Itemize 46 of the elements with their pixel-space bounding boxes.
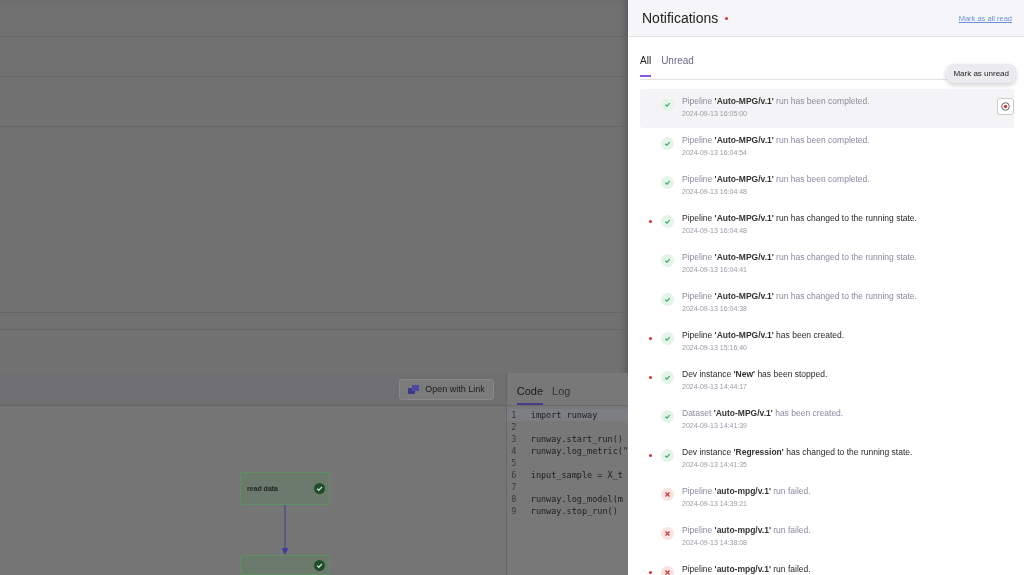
notification-text: Pipeline 'Auto-MPG/v.1' run has been completed.: [682, 174, 870, 184]
error-icon: [661, 488, 674, 501]
notification-text: Pipeline 'Auto-MPG/v.1' run has changed to the running state.: [682, 213, 917, 223]
line-number: 6: [510, 470, 518, 480]
code-text: runway.stop_run(): [530, 506, 618, 516]
notification-text: Pipeline 'auto-mpg/v.1' run failed.: [682, 486, 811, 496]
notification-text: Dataset 'Auto-MPG/v.1' has been created.: [682, 408, 844, 418]
code-text: runway.start_run(): [530, 434, 623, 444]
notification-text: Pipeline 'auto-mpg/v.1' run failed.: [682, 525, 811, 535]
notification-text: Pipeline 'Auto-MPG/v.1' run has been completed.: [682, 135, 870, 145]
check-icon: [661, 215, 674, 228]
notification-text: Dev instance 'New' has been stopped.: [682, 369, 828, 379]
check-icon: [661, 449, 674, 462]
notification-text: Pipeline 'Auto-MPG/v.1' run has changed to the running state.: [682, 291, 917, 301]
check-icon: [661, 137, 674, 150]
notification-text: Pipeline 'Auto-MPG/v.1' run has been completed.: [682, 96, 870, 106]
panel-title: Notifications: [642, 10, 719, 26]
line-number: 4: [510, 446, 518, 456]
code-text: input_sample = X_t: [530, 470, 623, 480]
connector-arrow: [280, 505, 289, 555]
check-icon: [661, 410, 674, 423]
notification-text: Pipeline 'Auto-MPG/v.1' run has changed to the running state.: [682, 252, 917, 262]
error-icon: [661, 527, 674, 540]
line-number: 2: [510, 422, 518, 432]
check-icon: [661, 98, 674, 111]
line-number: 1: [510, 410, 518, 420]
check-icon: [661, 293, 674, 306]
code-text: import runway: [530, 410, 598, 420]
code-text: runway.log_metric(": [530, 446, 628, 456]
check-icon: [661, 176, 674, 189]
open-with-link-button[interactable]: Open with Link: [399, 378, 494, 400]
stack-icon: [408, 384, 420, 394]
record-icon: [1001, 102, 1010, 111]
check-icon: [661, 254, 674, 267]
code-text: runway.log_model(m: [530, 494, 623, 504]
check-icon: [661, 332, 674, 345]
pipeline-node[interactable]: [239, 555, 330, 575]
notification-text: Pipeline 'auto-mpg/v.1' run failed.: [682, 564, 811, 574]
tooltip: Mark as unread: [946, 64, 1016, 83]
mark-unread-button[interactable]: [997, 98, 1014, 115]
notification-text: Pipeline 'Auto-MPG/v.1' has been created.: [682, 330, 845, 340]
check-icon: [661, 371, 674, 384]
code-tab[interactable]: Code: [516, 385, 544, 405]
notification-text: Dev instance 'Regression' has changed to the running state.: [682, 447, 913, 457]
code-tab[interactable]: Log: [552, 385, 571, 405]
filter-tab[interactable]: All: [640, 55, 652, 77]
